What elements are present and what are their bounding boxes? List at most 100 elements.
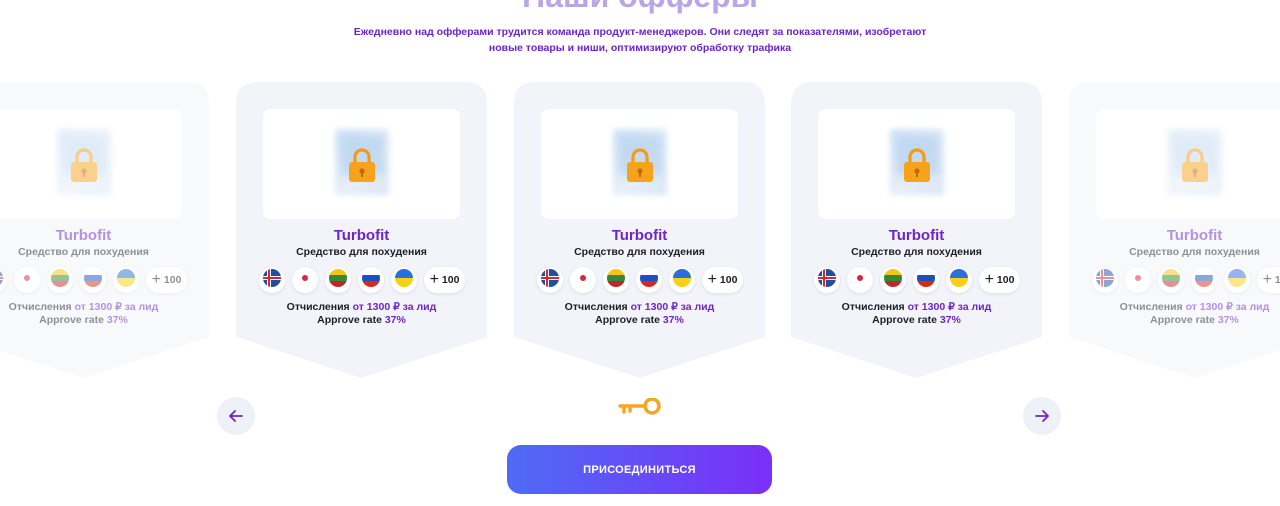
lock-icon xyxy=(627,148,653,182)
ukraine-flag-icon xyxy=(116,268,135,292)
offers-carousel: Turbofit Средство для похудения +100 Отч… xyxy=(0,82,1280,382)
japan-flag-icon xyxy=(17,268,36,292)
ukraine-flag-icon xyxy=(394,268,413,292)
more-geos-count: 100 xyxy=(441,274,460,286)
more-geos-badge: +100 xyxy=(423,267,466,293)
more-geos-count: 100 xyxy=(996,274,1015,286)
flag-badge xyxy=(945,267,972,293)
approve-value: 37% xyxy=(662,314,684,326)
offer-card[interactable]: Turbofit Средство для похудения +100 Отч… xyxy=(1069,82,1280,378)
commission-label: Отчисления xyxy=(564,301,628,313)
iceland-flag-icon xyxy=(0,268,3,292)
flag-badge xyxy=(291,267,318,293)
lithuania-flag-icon xyxy=(50,268,69,292)
geo-flags: +100 xyxy=(813,265,1021,295)
flag-badge xyxy=(324,267,351,293)
lithuania-flag-icon xyxy=(1161,268,1180,292)
approve-value: 37% xyxy=(384,314,406,326)
russia-flag-icon xyxy=(639,268,658,292)
japan-flag-icon xyxy=(850,268,869,292)
plus-icon: + xyxy=(429,271,439,288)
offer-title: Turbofit xyxy=(1166,227,1223,244)
flag-badge xyxy=(1157,267,1184,293)
offer-title: Turbofit xyxy=(333,227,390,244)
flag-badge xyxy=(635,267,662,293)
approve-value: 37% xyxy=(939,314,961,326)
flag-badge xyxy=(569,267,596,293)
flag-badge xyxy=(0,267,7,293)
ukraine-flag-icon xyxy=(949,268,968,292)
geo-flags: +100 xyxy=(0,265,188,295)
join-button[interactable]: ПРИСОЕДИНИТЬСЯ xyxy=(507,445,772,494)
offer-card[interactable]: Turbofit Средство для похудения +100 Отч… xyxy=(0,82,209,378)
commission-line: Отчисления от 1300 ₽ за лид xyxy=(1069,301,1280,313)
lithuania-flag-icon xyxy=(328,268,347,292)
flag-badge xyxy=(1124,267,1151,293)
commission-value: от 1300 ₽ за лид xyxy=(74,301,159,313)
ukraine-flag-icon xyxy=(1227,268,1246,292)
commission-label: Отчисления xyxy=(841,301,905,313)
commission-line: Отчисления от 1300 ₽ за лид xyxy=(514,301,765,313)
flag-badge xyxy=(13,267,40,293)
approve-line: Approve rate 37% xyxy=(1069,314,1280,326)
approve-line: Approve rate 37% xyxy=(791,314,1042,326)
offer-image xyxy=(541,109,738,219)
lock-icon xyxy=(1182,148,1208,182)
approve-value: 37% xyxy=(106,314,128,326)
flag-badge xyxy=(536,267,563,293)
offer-image xyxy=(263,109,460,219)
commission-line: Отчисления от 1300 ₽ за лид xyxy=(791,301,1042,313)
next-button[interactable] xyxy=(1023,397,1061,435)
more-geos-count: 100 xyxy=(1274,274,1280,286)
commission-value: от 1300 ₽ за лид xyxy=(630,301,715,313)
flag-badge xyxy=(1190,267,1217,293)
offer-title: Turbofit xyxy=(888,227,945,244)
flag-badge xyxy=(1223,267,1250,293)
iceland-flag-icon xyxy=(817,268,836,292)
offer-card[interactable]: Turbofit Средство для похудения +100 Отч… xyxy=(236,82,487,378)
flag-badge xyxy=(390,267,417,293)
offer-title: Turbofit xyxy=(611,227,668,244)
lithuania-flag-icon xyxy=(606,268,625,292)
approve-label: Approve rate xyxy=(1150,314,1215,326)
key-icon xyxy=(618,398,661,415)
flag-badge xyxy=(112,267,139,293)
lock-icon xyxy=(904,148,930,182)
offer-card[interactable]: Turbofit Средство для похудения +100 Отч… xyxy=(514,82,765,378)
iceland-flag-icon xyxy=(262,268,281,292)
approve-line: Approve rate 37% xyxy=(514,314,765,326)
approve-label: Approve rate xyxy=(39,314,104,326)
commission-line: Отчисления от 1300 ₽ за лид xyxy=(236,301,487,313)
flag-badge xyxy=(258,267,285,293)
section-subtitle: Ежедневно над офферами трудится команда … xyxy=(340,24,940,56)
offer-subtitle: Средство для похудения xyxy=(1129,246,1260,258)
flag-badge xyxy=(912,267,939,293)
russia-flag-icon xyxy=(83,268,102,292)
flag-badge xyxy=(879,267,906,293)
commission-label: Отчисления xyxy=(286,301,350,313)
russia-flag-icon xyxy=(361,268,380,292)
approve-value: 37% xyxy=(1217,314,1239,326)
approve-line: Approve rate 37% xyxy=(0,314,209,326)
more-geos-badge: +100 xyxy=(978,267,1021,293)
offer-card[interactable]: Turbofit Средство для похудения +100 Отч… xyxy=(791,82,1042,378)
geo-flags: +100 xyxy=(258,265,466,295)
iceland-flag-icon xyxy=(540,268,559,292)
lock-icon xyxy=(71,148,97,182)
offer-subtitle: Средство для похудения xyxy=(574,246,705,258)
commission-value: от 1300 ₽ за лид xyxy=(907,301,992,313)
flag-badge xyxy=(79,267,106,293)
iceland-flag-icon xyxy=(1095,268,1114,292)
geo-flags: +100 xyxy=(536,265,744,295)
commission-value: от 1300 ₽ за лид xyxy=(352,301,437,313)
commission-line: Отчисления от 1300 ₽ за лид xyxy=(0,301,209,313)
offer-image xyxy=(818,109,1015,219)
prev-button[interactable] xyxy=(217,397,255,435)
japan-flag-icon xyxy=(1128,268,1147,292)
arrow-right-icon xyxy=(1035,410,1049,422)
geo-flags: +100 xyxy=(1091,265,1280,295)
japan-flag-icon xyxy=(295,268,314,292)
flag-badge xyxy=(846,267,873,293)
offer-subtitle: Средство для похудения xyxy=(296,246,427,258)
flag-badge xyxy=(357,267,384,293)
